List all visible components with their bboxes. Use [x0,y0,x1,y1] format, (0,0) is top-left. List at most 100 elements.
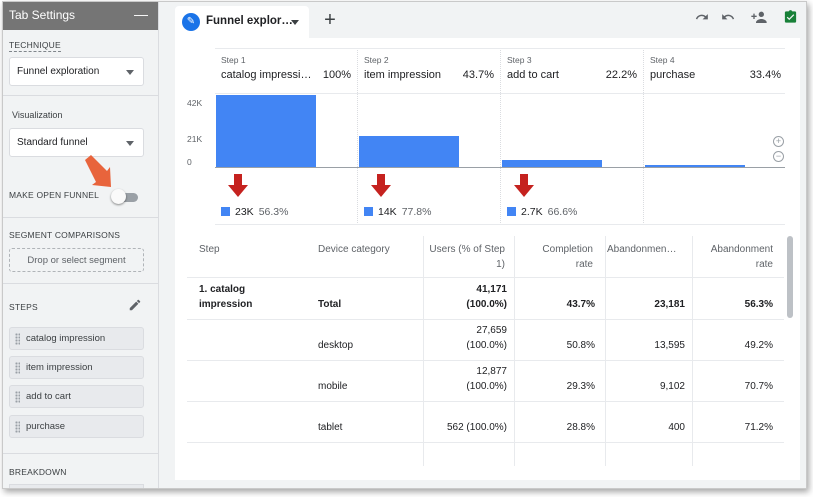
drag-handle-icon[interactable] [15,421,20,433]
technique-dropdown[interactable]: Funnel exploration [9,57,144,86]
add-tab-button[interactable]: + [320,9,340,32]
drag-handle-icon[interactable] [15,391,20,403]
open-funnel-toggle[interactable] [111,189,126,204]
minimize-button[interactable]: — [134,6,148,22]
funnel-bar[interactable] [359,136,459,167]
y-tick-label: 42K [187,98,203,108]
x-axis-line [215,167,785,168]
pencil-icon[interactable] [128,298,142,312]
table-cell-completion: 50.8% [566,340,595,351]
table-cell-device: Total [318,299,342,310]
step-chip[interactable]: purchase [9,415,144,438]
step-number: Step 1 [221,55,246,65]
annotation-arrow-icon [85,155,111,187]
step-chip[interactable]: catalog impression [9,327,144,350]
legend-swatch [221,207,230,216]
step-name: purchase [650,69,696,81]
y-tick-label: 0 [187,157,192,167]
open-funnel-label: MAKE OPEN FUNNEL [9,190,100,200]
breakdown-label: BREAKDOWN [9,467,67,477]
drag-handle-icon[interactable] [15,362,20,374]
column-header-abandonments[interactable]: Abandonmen… [607,242,687,257]
undo-icon[interactable] [695,10,709,24]
table-cell-device: mobile [318,381,348,392]
column-header-users[interactable]: Users (% of Step 1) [427,242,505,272]
drop-off-arrow-icon [371,174,391,197]
breakdown-drop-zone[interactable] [9,484,144,488]
tab-funnel-exploration[interactable]: ✎ Funnel explor… [175,6,309,38]
drop-off-users: 14K [378,206,397,218]
column-header-step[interactable]: Step [199,242,220,257]
column-divider [514,236,515,466]
step-percent: 100% [322,69,351,81]
y-tick-label: 21K [187,134,203,144]
table-cell-device: tablet [318,422,343,433]
table-cell-step: 1. catalog impression [199,284,253,310]
row-divider [187,442,784,443]
table-cell-completion: 28.8% [566,422,595,433]
drop-off-stat[interactable]: 2.7K 66.6% [507,206,577,218]
chart-top-line [215,93,785,94]
main-panel: ✎ Funnel explor… + Step 1 catalog impres… [160,2,806,488]
chevron-down-icon[interactable] [291,20,299,25]
table-cell-users: 41,171 [476,284,507,295]
technique-section: TECHNIQUE Funnel exploration [3,30,158,96]
table-cell-completion: 29.3% [566,381,595,392]
visualization-label: Visualization [12,110,63,120]
visualization-dropdown[interactable]: Standard funnel [9,128,144,157]
step-chip-label: purchase [26,421,66,432]
tab-label: Funnel explor… [206,15,293,27]
check-icon[interactable] [783,9,798,25]
funnel-bar[interactable] [502,160,602,167]
redo-icon[interactable] [721,10,735,24]
chevron-down-icon [126,141,134,146]
table-cell-users-pct: (100.0%) [466,381,507,392]
table-cell-abandonments: 23,181 [654,299,685,310]
step-percent: 33.4% [749,69,781,81]
column-divider [423,236,424,466]
row-divider [187,319,784,320]
drag-handle-icon[interactable] [15,333,20,345]
segment-label: SEGMENT COMPARISONS [9,230,121,240]
legend-swatch [364,207,373,216]
zoom-in-icon[interactable]: + [773,136,784,147]
column-divider [692,236,693,466]
drop-off-arrow-icon [228,174,248,197]
funnel-step-column[interactable]: Step 4 purchase 33.4% [644,48,787,225]
add-user-icon[interactable] [750,9,770,25]
chevron-down-icon [126,70,134,75]
table-cell-abandonment-rate: 49.2% [744,340,773,351]
pencil-icon[interactable]: ✎ [182,13,200,31]
step-number: Step 2 [364,55,389,65]
step-chip-label: add to cart [26,391,71,402]
segment-drop-zone[interactable]: Drop or select segment [9,248,144,272]
drop-off-users: 23K [235,206,254,218]
drop-off-stat[interactable]: 23K 56.3% [221,206,288,218]
funnel-step-column[interactable]: Step 3 add to cart 22.2% [501,48,644,225]
step-number: Step 4 [650,55,675,65]
table-scrollbar[interactable] [787,236,793,318]
step-number: Step 3 [507,55,532,65]
step-name: catalog impressi… [221,69,312,81]
steps-label: STEPS [9,302,38,312]
column-header-completion[interactable]: Completion rate [527,242,593,272]
step-percent: 43.7% [462,69,494,81]
funnel-bar[interactable] [216,95,316,167]
step-chip-label: catalog impression [26,333,106,344]
drop-off-stat[interactable]: 14K 77.8% [364,206,431,218]
step-name: add to cart [507,69,559,81]
drop-off-percent: 56.3% [258,206,289,218]
visualization-value: Standard funnel [17,137,88,148]
legend-swatch [507,207,516,216]
column-header-abandonment-rate[interactable]: Abandonment rate [697,242,773,272]
drop-off-users: 2.7K [521,206,543,218]
table-cell-completion: 43.7% [566,299,595,310]
technique-label: TECHNIQUE [9,40,61,52]
step-chip[interactable]: item impression [9,356,144,379]
step-chip[interactable]: add to cart [9,385,144,408]
step-chip-label: item impression [26,362,93,373]
app-frame: Tab Settings — TECHNIQUE Funnel explorat… [2,1,807,489]
window: Tab Settings — TECHNIQUE Funnel explorat… [0,0,813,497]
column-header-device[interactable]: Device category [318,242,390,257]
zoom-out-icon[interactable]: − [773,151,784,162]
